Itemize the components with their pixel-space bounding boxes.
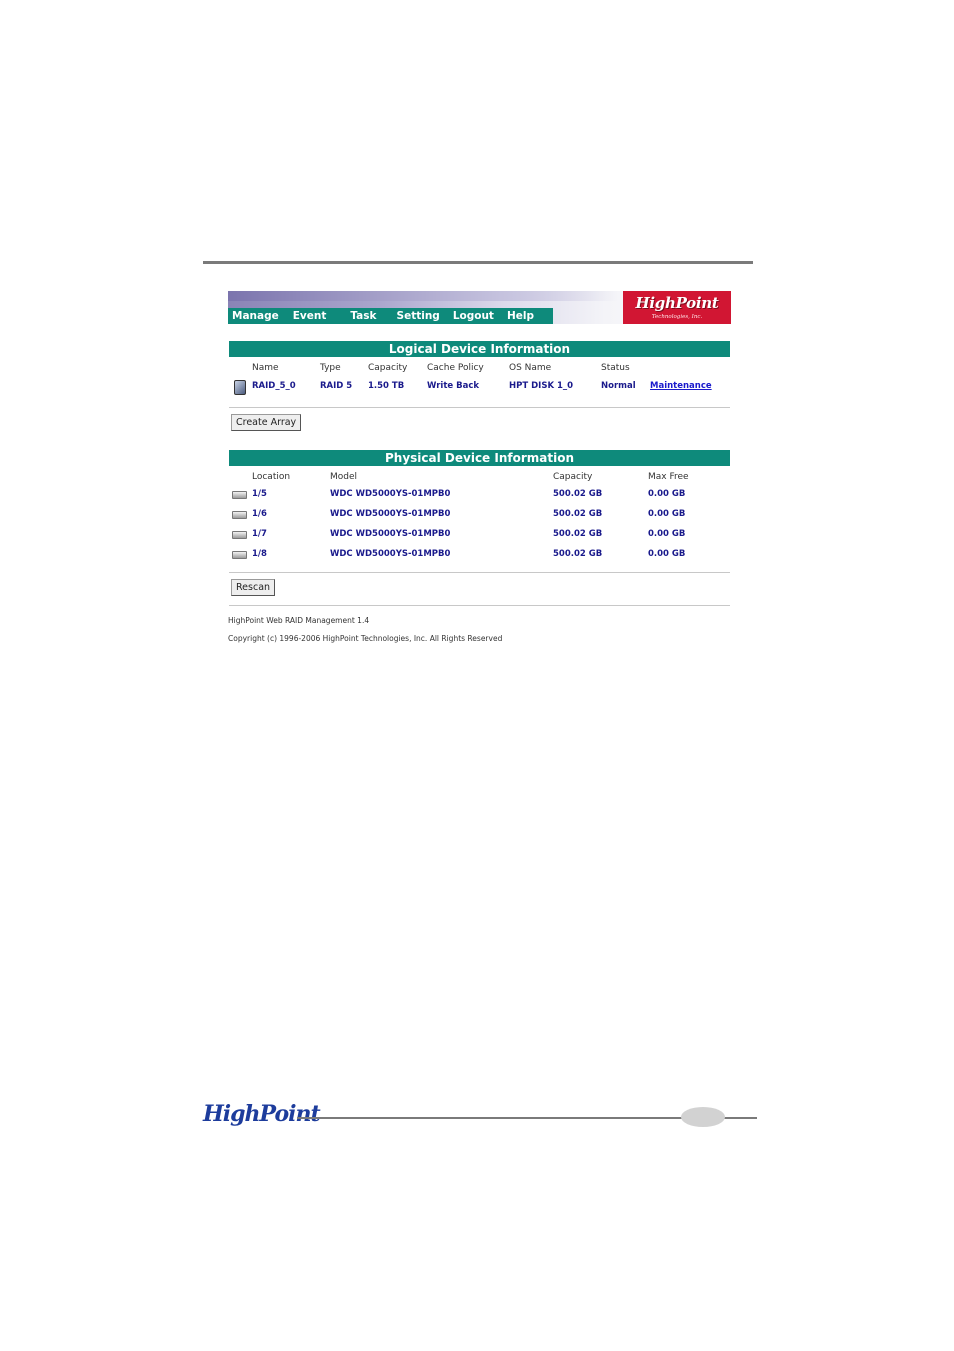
logo-tagline: Technologies, Inc. xyxy=(651,313,703,320)
logical-header-capacity: Capacity xyxy=(368,363,408,373)
array-name[interactable]: RAID_5_0 xyxy=(252,381,296,391)
disk-max-free: 0.00 GB xyxy=(648,509,686,519)
nav-manage[interactable]: Manage xyxy=(228,310,279,322)
logical-header-os-name: OS Name xyxy=(509,363,552,373)
create-array-button[interactable]: Create Array xyxy=(231,414,302,431)
array-cache-policy: Write Back xyxy=(427,381,480,391)
divider xyxy=(229,605,730,606)
disk-icon[interactable] xyxy=(232,531,247,539)
disk-max-free: 0.00 GB xyxy=(648,529,686,539)
physical-device-title: Physical Device Information xyxy=(229,450,730,466)
disk-icon[interactable] xyxy=(232,511,247,519)
nav-event[interactable]: Event xyxy=(279,310,327,322)
physical-header-location: Location xyxy=(252,472,291,482)
disk-location[interactable]: 1/5 xyxy=(252,489,267,499)
physical-header-capacity: Capacity xyxy=(553,472,593,482)
logo-name: HighPoint xyxy=(635,293,719,312)
version-text: HighPoint Web RAID Management 1.4 xyxy=(228,616,370,625)
main-nav: Manage Event Task Setting Logout Help xyxy=(228,308,553,324)
rescan-button[interactable]: Rescan xyxy=(231,579,276,596)
logical-header-status: Status xyxy=(601,363,630,373)
banner-decoration xyxy=(228,291,618,301)
array-status: Normal xyxy=(601,381,636,391)
copyright-text: Copyright (c) 1996-2006 HighPoint Techno… xyxy=(228,634,503,643)
logical-device-title: Logical Device Information xyxy=(229,341,730,357)
page-footer-logo: HighPoint xyxy=(203,1101,321,1127)
divider xyxy=(229,572,730,573)
disk-model: WDC WD5000YS-01MPB0 xyxy=(330,529,451,539)
disk-model: WDC WD5000YS-01MPB0 xyxy=(330,509,451,519)
disk-capacity: 500.02 GB xyxy=(553,489,603,499)
disk-max-free: 0.00 GB xyxy=(648,489,686,499)
disk-location[interactable]: 1/8 xyxy=(252,549,267,559)
disk-location[interactable]: 1/6 xyxy=(252,509,267,519)
maintenance-link[interactable]: Maintenance xyxy=(650,381,712,391)
page-top-rule xyxy=(203,261,753,264)
disk-capacity: 500.02 GB xyxy=(553,549,603,559)
nav-logout[interactable]: Logout xyxy=(440,310,494,322)
physical-header-model: Model xyxy=(330,472,358,482)
logical-header-type: Type xyxy=(320,363,341,373)
disk-capacity: 500.02 GB xyxy=(553,529,603,539)
highpoint-logo: HighPoint Technologies, Inc. xyxy=(623,291,731,324)
nav-setting[interactable]: Setting xyxy=(377,310,440,322)
disk-location[interactable]: 1/7 xyxy=(252,529,267,539)
physical-header-max-free: Max Free xyxy=(648,472,689,482)
nav-help[interactable]: Help xyxy=(494,310,534,322)
array-os-name: HPT DISK 1_0 xyxy=(509,381,574,391)
disk-icon[interactable] xyxy=(232,491,247,499)
divider xyxy=(229,407,730,408)
logical-header-cache-policy: Cache Policy xyxy=(427,363,484,373)
disk-icon[interactable] xyxy=(232,551,247,559)
array-capacity: 1.50 TB xyxy=(368,381,405,391)
disk-max-free: 0.00 GB xyxy=(648,549,686,559)
app-header-banner: Manage Event Task Setting Logout Help Hi… xyxy=(228,291,731,324)
array-type: RAID 5 xyxy=(320,381,353,391)
raid-array-icon[interactable] xyxy=(234,380,246,395)
nav-task[interactable]: Task xyxy=(326,310,376,322)
disk-model: WDC WD5000YS-01MPB0 xyxy=(330,489,451,499)
page-number-badge xyxy=(681,1107,725,1127)
logical-header-name: Name xyxy=(252,363,279,373)
disk-model: WDC WD5000YS-01MPB0 xyxy=(330,549,451,559)
disk-capacity: 500.02 GB xyxy=(553,509,603,519)
